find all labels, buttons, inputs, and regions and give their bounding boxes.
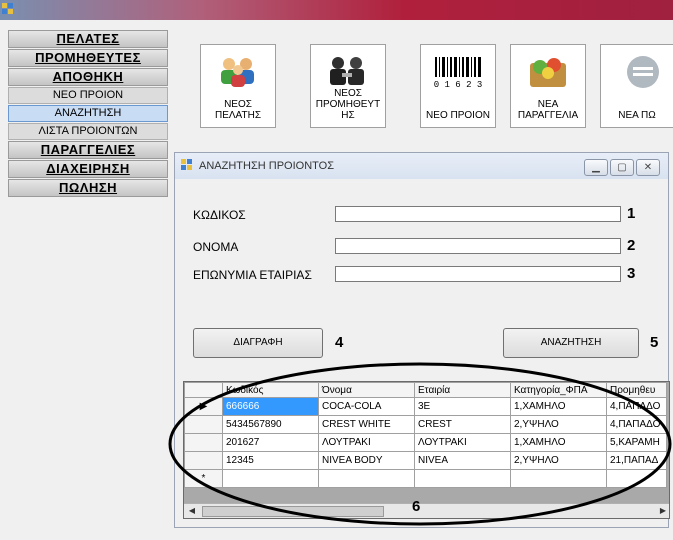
marker-5: 5 [650, 334, 659, 351]
scroll-left-icon[interactable]: ◀ [186, 505, 198, 516]
table-cell[interactable]: CREST [414, 415, 511, 434]
column-header[interactable]: Κατηγορία_ΦΠΑ [510, 382, 607, 398]
current-row-indicator: ▶ [184, 397, 223, 416]
name-label: ΟΝΟΜΑ [193, 240, 239, 254]
barcode-icon: 2 0 1 6 2 3 4 [433, 57, 483, 89]
horizontal-scrollbar[interactable]: ◀ ▶ [184, 503, 669, 518]
table-cell[interactable] [606, 469, 667, 488]
table-cell[interactable]: 5,ΚΑΡΑΜΗ [606, 433, 667, 452]
marker-4: 4 [335, 334, 344, 351]
new-row-indicator: * [184, 469, 223, 488]
sidebar-item-customers[interactable]: ΠΕΛΑΤΕΣ [8, 30, 168, 48]
row-header[interactable] [184, 433, 223, 452]
marker-1: 1 [627, 205, 636, 222]
row-header[interactable] [184, 415, 223, 434]
dialog-title: ΑΝΑΖΗΤΗΣΗ ΠΡΟΙΟΝΤΟΣ [199, 160, 335, 172]
sidebar-item-management[interactable]: ΔΙΑΧΕΙΡΗΣΗ [8, 160, 168, 178]
company-input[interactable] [335, 266, 621, 282]
table-cell[interactable] [510, 469, 607, 488]
cart-icon [627, 56, 659, 88]
table-cell[interactable]: 12345 [222, 451, 319, 470]
products-grid[interactable]: Κωδικός Όνομα Εταιρία Κατηγορία_ΦΠΑ Προμ… [183, 381, 670, 519]
new-customer-button[interactable]: ΝΕΟΣ ΠΕΛΑΤΗΣ [200, 44, 276, 128]
new-supplier-button[interactable]: ΝΕΟΣ ΠΡΟΜΗΘΕΥΤ ΗΣ [310, 44, 386, 128]
sidebar-subitem-new-product[interactable]: ΝΕΟ ΠΡΟΙΟΝ [8, 87, 168, 104]
scrollbar-thumb[interactable] [202, 506, 384, 517]
marker-2: 2 [627, 237, 636, 254]
column-header[interactable]: Κωδικός [222, 382, 319, 398]
table-cell[interactable]: 201627 [222, 433, 319, 452]
new-sale-button[interactable]: ΝΕΑ ΠΩ [600, 44, 673, 128]
close-icon[interactable]: ✕ [636, 159, 660, 176]
code-input[interactable] [335, 206, 621, 222]
table-cell[interactable]: 4,ΠΑΠΑΔΟ [606, 397, 667, 416]
delete-button[interactable]: ΔΙΑΓΡΑΦΗ [193, 328, 323, 358]
new-customer-label: ΝΕΟΣ ΠΕΛΑΤΗΣ [214, 99, 261, 121]
marker-3: 3 [627, 265, 636, 282]
table-cell[interactable]: 5434567890 [222, 415, 319, 434]
new-product-button[interactable]: 2 0 1 6 2 3 4 ΝΕΟ ΠΡΟΙΟΝ [420, 44, 496, 128]
search-button[interactable]: ΑΝΑΖΗΤΗΣΗ [503, 328, 639, 358]
scroll-right-icon[interactable]: ▶ [657, 505, 669, 516]
table-cell[interactable]: 2,ΥΨΗΛΟ [510, 451, 607, 470]
row-header-corner [184, 382, 223, 398]
maximize-icon[interactable]: ▢ [610, 159, 634, 176]
table-cell[interactable]: NIVEA [414, 451, 511, 470]
new-order-label: ΝΕΑ ΠΑΡΑΓΓΕΛΙΑ [517, 99, 579, 121]
column-header[interactable]: Όνομα [318, 382, 415, 398]
new-order-button[interactable]: ΝΕΑ ΠΑΡΑΓΓΕΛΙΑ [510, 44, 586, 128]
window-titlebar [0, 0, 673, 20]
new-sale-label: ΝΕΑ ΠΩ [618, 110, 656, 121]
table-new-row[interactable]: * [184, 469, 667, 488]
window-controls: ▁ ▢ ✕ [582, 157, 660, 176]
sidebar-subitem-search[interactable]: ΑΝΑΖΗΤΗΣΗ [8, 105, 168, 122]
table-row[interactable]: 201627 ΛΟΥΤΡΑΚΙ ΛΟΥΤΡΑΚΙ 1,ΧΑΜΗΛΟ 5,ΚΑΡΑ… [184, 433, 667, 452]
table-cell[interactable]: ΛΟΥΤΡΑΚΙ [318, 433, 415, 452]
table-cell[interactable] [318, 469, 415, 488]
new-supplier-label: ΝΕΟΣ ΠΡΟΜΗΘΕΥΤ ΗΣ [315, 88, 381, 121]
products-table: Κωδικός Όνομα Εταιρία Κατηγορία_ΦΠΑ Προμ… [184, 382, 667, 488]
suppliers-icon [330, 57, 364, 85]
order-icon [530, 58, 566, 87]
app-icon [2, 3, 13, 14]
sidebar-item-sale[interactable]: ΠΩΛΗΣΗ [8, 179, 168, 197]
table-cell[interactable]: 1,ΧΑΜΗΛΟ [510, 397, 607, 416]
table-cell[interactable]: NIVEA BODY [318, 451, 415, 470]
column-header[interactable]: Προμηθευ [606, 382, 667, 398]
table-cell[interactable]: COCA-COLA [318, 397, 415, 416]
search-product-dialog: ΑΝΑΖΗΤΗΣΗ ΠΡΟΙΟΝΤΟΣ ▁ ▢ ✕ ΚΩΔΙΚΟΣ 1 ΟΝΟΜΑ … [174, 152, 670, 528]
new-product-label: ΝΕΟ ΠΡΟΙΟΝ [426, 110, 490, 121]
table-row[interactable]: ▶ 666666 COCA-COLA 3E 1,ΧΑΜΗΛΟ 4,ΠΑΠΑΔΟ [184, 397, 667, 416]
code-label: ΚΩΔΙΚΟΣ [193, 208, 246, 222]
table-cell[interactable]: ΛΟΥΤΡΑΚΙ [414, 433, 511, 452]
sidebar-item-suppliers[interactable]: ΠΡΟΜΗΘΕΥΤΕΣ [8, 49, 168, 67]
sidebar-item-warehouse[interactable]: ΑΠΟΘΗΚΗ [8, 68, 168, 86]
table-cell[interactable] [414, 469, 511, 488]
table-cell[interactable]: 666666 [222, 397, 319, 416]
customers-icon [221, 58, 254, 87]
column-header[interactable]: Εταιρία [414, 382, 511, 398]
company-label: ΕΠΩΝΥΜΙΑ ΕΤΑΙΡΙΑΣ [193, 268, 312, 282]
name-input[interactable] [335, 238, 621, 254]
dialog-titlebar: ΑΝΑΖΗΤΗΣΗ ΠΡΟΙΟΝΤΟΣ ▁ ▢ ✕ [175, 153, 668, 179]
minimize-icon[interactable]: ▁ [584, 159, 608, 176]
table-cell[interactable]: 21,ΠΑΠΑΔ [606, 451, 667, 470]
sidebar-menu: ΠΕΛΑΤΕΣ ΠΡΟΜΗΘΕΥΤΕΣ ΑΠΟΘΗΚΗ ΝΕΟ ΠΡΟΙΟΝ Α… [8, 30, 168, 198]
barcode-digits: 2 0 1 6 2 3 4 [433, 80, 483, 89]
table-header-row: Κωδικός Όνομα Εταιρία Κατηγορία_ΦΠΑ Προμ… [184, 382, 667, 398]
table-row[interactable]: 5434567890 CREST WHITE CREST 2,ΥΨΗΛΟ 4,Π… [184, 415, 667, 434]
table-cell[interactable] [222, 469, 319, 488]
sidebar-item-orders[interactable]: ΠΑΡΑΓΓΕΛΙΕΣ [8, 141, 168, 159]
table-cell[interactable]: 2,ΥΨΗΛΟ [510, 415, 607, 434]
table-row[interactable]: 12345 NIVEA BODY NIVEA 2,ΥΨΗΛΟ 21,ΠΑΠΑΔ [184, 451, 667, 470]
table-cell[interactable]: CREST WHITE [318, 415, 415, 434]
table-cell[interactable]: 4,ΠΑΠΑΔΟ [606, 415, 667, 434]
row-header[interactable] [184, 451, 223, 470]
dialog-app-icon [181, 159, 192, 170]
table-cell[interactable]: 3E [414, 397, 511, 416]
table-cell[interactable]: 1,ΧΑΜΗΛΟ [510, 433, 607, 452]
sidebar-subitem-product-list[interactable]: ΛΙΣΤΑ ΠΡΟΙΟΝΤΩΝ [8, 123, 168, 140]
